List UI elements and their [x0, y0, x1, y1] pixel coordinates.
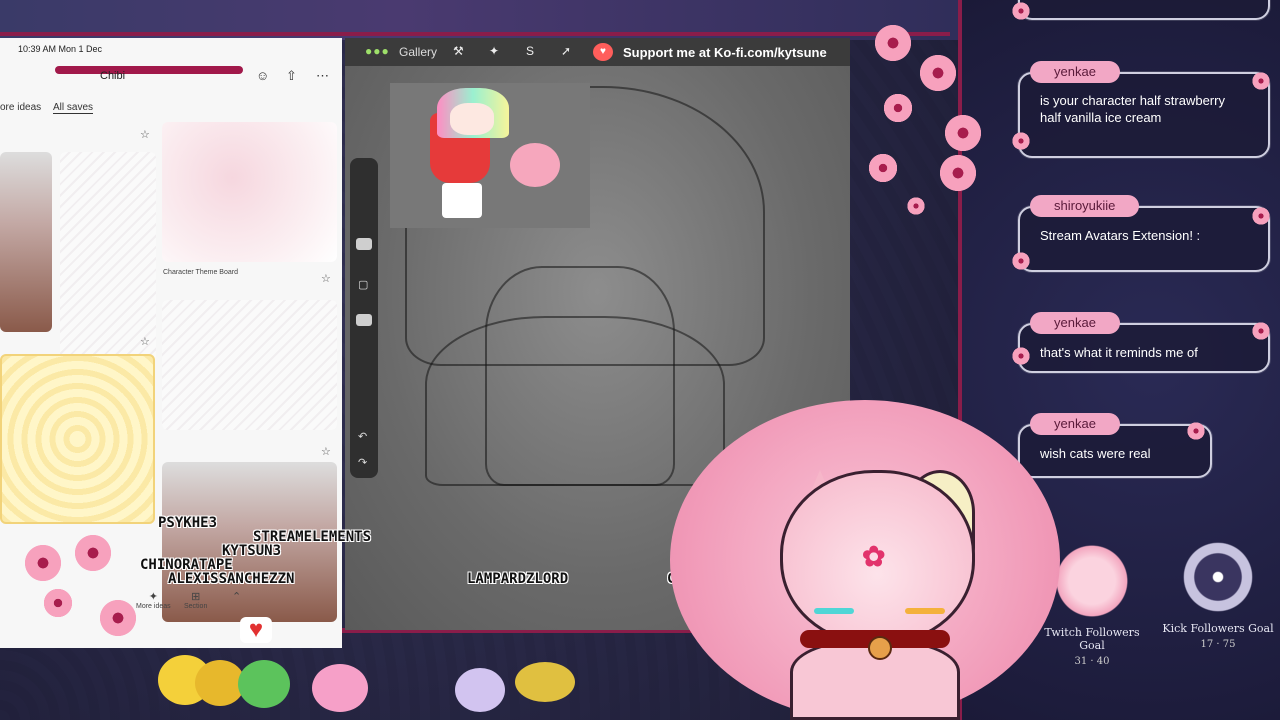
cherry-blossom-icon	[1250, 205, 1272, 227]
redo-icon[interactable]: ↷	[358, 456, 367, 469]
add-collaborator-icon[interactable]: ☺	[256, 68, 269, 83]
tab-more-ideas[interactable]: ore ideas	[0, 102, 41, 113]
cherry-blossom-icon	[880, 90, 916, 126]
modify-square-icon[interactable]: ▢	[358, 278, 368, 291]
add-icon: ✦	[148, 591, 158, 603]
cherry-blossom-icon	[1250, 70, 1272, 92]
goal-count: 31 · 40	[1074, 656, 1110, 667]
star-icon[interactable]: ☆	[140, 335, 150, 348]
pin-card[interactable]	[162, 122, 337, 262]
procreate-toolbar: ●●● Gallery ⚒ ✦ S ➚ ♥ Support me at Ko-f…	[345, 38, 850, 66]
cherry-blossom-icon	[905, 195, 927, 217]
pin-card[interactable]	[60, 152, 156, 362]
nav-label: Section	[184, 603, 208, 610]
back-pill[interactable]	[55, 66, 243, 74]
avatar-bell	[868, 636, 892, 660]
actions-menu-icon[interactable]: ●●●	[365, 44, 390, 58]
kirby-sprite	[312, 664, 368, 712]
chat-text: Stream Avatars Extension! :	[1040, 228, 1201, 243]
nav-label: More ideas	[136, 603, 171, 610]
more-options-icon[interactable]: ⋯	[316, 68, 329, 84]
chat-username: shiroyukiie	[1030, 195, 1140, 217]
procreate-sidebar: ▢ ↶ ↷	[350, 158, 378, 478]
board-header: Chibi ☺ ⇧ ⋯	[0, 58, 342, 98]
share-icon[interactable]: ⇧	[286, 68, 297, 84]
organise-icon: ⌃	[232, 591, 242, 603]
gallery-button[interactable]: Gallery	[399, 45, 437, 59]
star-icon[interactable]: ☆	[140, 128, 150, 141]
nav-section[interactable]: ⊞ Section	[184, 590, 207, 610]
cherry-blossom-icon	[870, 20, 916, 66]
goal-count: 17 · 75	[1200, 639, 1236, 650]
chat-username: yenkae	[1030, 413, 1120, 435]
nav-organise[interactable]: ⌃	[232, 590, 241, 603]
chat-text: is your character half strawberry half v…	[1040, 93, 1225, 125]
stream-avatar-name: LAMPARDZLORD	[467, 571, 569, 587]
kofi-cup-icon: ♥	[593, 43, 613, 61]
reference-image[interactable]	[390, 83, 590, 228]
status-bar-time: 10:39 AM Mon 1 Dec	[18, 44, 103, 54]
cherry-blossom-icon	[70, 530, 116, 576]
chat-text: that's what it reminds me of	[1040, 345, 1198, 360]
avatar-sprite	[515, 662, 575, 702]
cherry-blossom-icon	[1010, 345, 1032, 367]
ref-legs	[442, 183, 482, 218]
goal-label: Twitch Followers Goal	[1044, 626, 1140, 652]
cherry-blossom-icon	[935, 150, 981, 196]
cherry-blossom-icon	[1010, 250, 1032, 272]
sketch-skirt	[425, 316, 725, 486]
stream-avatar-name: ALEXISSANCHEZZN	[168, 571, 295, 587]
section-icon: ⊞	[191, 591, 201, 603]
chat-message	[1018, 0, 1270, 20]
star-icon[interactable]: ☆	[321, 445, 331, 458]
kofi-text: Support me at Ko-fi.com/kytsune	[623, 45, 827, 60]
blossom-icon	[1051, 540, 1133, 622]
pin-caption: Character Theme Board	[163, 269, 238, 276]
cherry-blossom-icon	[1185, 420, 1207, 442]
kofi-banner: ♥ Support me at Ko-fi.com/kytsune	[593, 41, 850, 63]
pin-card[interactable]	[0, 354, 155, 524]
tab-all-saves[interactable]: All saves	[53, 102, 94, 114]
ref-face	[450, 103, 494, 135]
board-title: Chibi	[100, 70, 126, 82]
transform-icon[interactable]: ➚	[561, 44, 571, 58]
cherry-blossom-icon	[915, 50, 961, 96]
chat-username: yenkae	[1030, 312, 1120, 334]
avatar-forehead-mark: ✿	[862, 541, 886, 572]
avatar-sprite	[455, 668, 505, 712]
nav-more-ideas[interactable]: ✦ More ideas	[136, 590, 171, 610]
magic-wand-icon[interactable]: ✦	[489, 44, 499, 58]
chat-text: wish cats were real	[1040, 446, 1151, 461]
brush-size-slider[interactable]	[356, 238, 372, 250]
kick-followers-goal: Kick Followers Goal 17 · 75	[1158, 536, 1278, 650]
cherry-blossom-icon	[865, 150, 901, 186]
opacity-slider[interactable]	[356, 314, 372, 326]
board-tabs: ore ideas All saves	[0, 100, 342, 120]
goal-label: Kick Followers Goal	[1162, 622, 1274, 635]
undo-icon[interactable]: ↶	[358, 430, 367, 443]
pin-card[interactable]	[162, 300, 337, 430]
ref-tail	[510, 143, 560, 187]
blossom-icon	[1177, 536, 1259, 618]
cherry-blossom-icon	[1010, 0, 1032, 22]
avatar-eye-left	[814, 608, 854, 614]
pin-card[interactable]	[0, 152, 52, 332]
wrench-icon[interactable]: ⚒	[453, 44, 464, 58]
heart-icon: ♥	[240, 617, 272, 643]
cherry-blossom-icon	[95, 595, 141, 641]
kirby-sprite	[238, 660, 290, 708]
cherry-blossom-icon	[1010, 130, 1032, 152]
stream-avatar-name: PSYKHE3	[158, 515, 218, 531]
cherry-blossom-icon	[20, 540, 66, 586]
cherry-blossom-icon	[1250, 320, 1272, 342]
star-icon[interactable]: ☆	[321, 272, 331, 285]
chat-username: yenkae	[1030, 61, 1120, 83]
avatar-eye-right	[905, 608, 945, 614]
cherry-blossom-icon	[40, 585, 76, 621]
frame-line-top	[0, 32, 950, 36]
selection-icon[interactable]: S	[526, 44, 534, 58]
